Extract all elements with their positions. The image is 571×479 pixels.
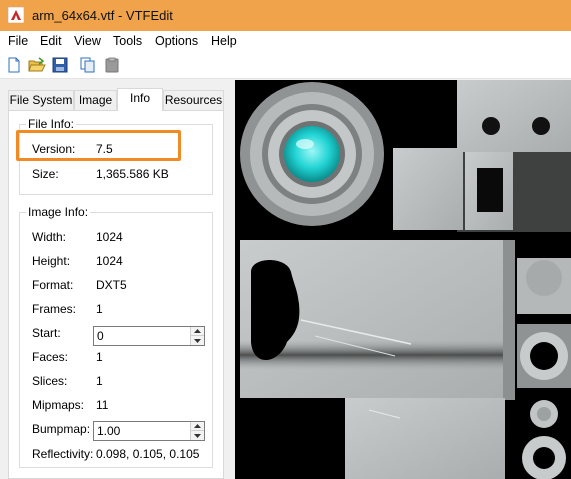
tab-resources[interactable]: Resources: [163, 90, 224, 110]
start-spin-down-icon[interactable]: [191, 336, 204, 345]
frames-label: Frames:: [32, 302, 77, 316]
texture-image: [240, 80, 571, 479]
reflectivity-value: 0.098, 0.105, 0.105: [96, 447, 200, 461]
paste-icon: [105, 57, 119, 73]
bumpmap-value[interactable]: 1.00: [97, 424, 120, 438]
slices-value: 1: [96, 374, 103, 388]
slices-label: Slices:: [32, 374, 68, 388]
bumpmap-label: Bumpmap:: [32, 422, 91, 436]
menu-edit[interactable]: Edit: [40, 34, 62, 48]
title-bar: arm_64x64.vtf - VTFEdit: [0, 0, 571, 31]
tab-strip: File System Image Info Resources: [8, 88, 224, 111]
menu-bar: File Edit View Tools Options Help: [0, 31, 571, 51]
menu-tools[interactable]: Tools: [113, 34, 142, 48]
menu-file[interactable]: File: [8, 34, 28, 48]
start-spin-arrows: [190, 327, 204, 345]
open-button[interactable]: [27, 55, 47, 75]
open-icon: [28, 57, 46, 72]
texture-preview: [235, 80, 571, 479]
bumpmap-spin-arrows: [190, 422, 204, 440]
bumpmap-spin-up-icon[interactable]: [191, 422, 204, 431]
format-label: Format:: [32, 278, 74, 292]
image-info-group: Image Info: Width: 1024 Height: 1024 For…: [19, 205, 213, 468]
format-value: DXT5: [96, 278, 127, 292]
save-icon: [52, 57, 68, 73]
copy-icon: [80, 57, 95, 73]
height-value: 1024: [96, 254, 123, 268]
size-value: 1,365.586 KB: [96, 167, 169, 181]
window-title: arm_64x64.vtf - VTFEdit: [32, 8, 173, 23]
mipmaps-value: 11: [96, 398, 109, 412]
new-icon: [8, 57, 20, 73]
file-info-legend: File Info:: [26, 117, 77, 131]
save-button[interactable]: [50, 55, 70, 75]
toolbar: [0, 51, 571, 79]
image-info-legend: Image Info:: [26, 205, 91, 219]
start-spinbox[interactable]: 0: [93, 326, 205, 346]
menu-options[interactable]: Options: [155, 34, 198, 48]
paste-button[interactable]: [102, 55, 122, 75]
tab-image[interactable]: Image: [74, 90, 117, 110]
menu-help[interactable]: Help: [211, 34, 237, 48]
size-label: Size:: [32, 167, 59, 181]
bumpmap-spinbox[interactable]: 1.00: [93, 421, 205, 441]
width-label: Width:: [32, 230, 67, 244]
tab-info[interactable]: Info: [117, 88, 163, 111]
faces-value: 1: [96, 350, 103, 364]
vtfedit-app-icon: [7, 6, 25, 24]
menu-view[interactable]: View: [74, 34, 101, 48]
faces-label: Faces:: [32, 350, 69, 364]
height-label: Height:: [32, 254, 71, 268]
reflectivity-label: Reflectivity:: [32, 447, 94, 461]
start-label: Start:: [32, 326, 61, 340]
start-value[interactable]: 0: [97, 329, 104, 343]
mipmaps-label: Mipmaps:: [32, 398, 85, 412]
tab-file-system[interactable]: File System: [8, 90, 74, 110]
start-spin-up-icon[interactable]: [191, 327, 204, 336]
frames-value: 1: [96, 302, 103, 316]
copy-button[interactable]: [78, 55, 98, 75]
bumpmap-spin-down-icon[interactable]: [191, 431, 204, 440]
new-button[interactable]: [4, 55, 24, 75]
version-highlight-box: [16, 130, 181, 161]
info-tab-page: File Info: Version: 7.5 Size: 1,365.586 …: [8, 110, 224, 479]
width-value: 1024: [96, 230, 123, 244]
